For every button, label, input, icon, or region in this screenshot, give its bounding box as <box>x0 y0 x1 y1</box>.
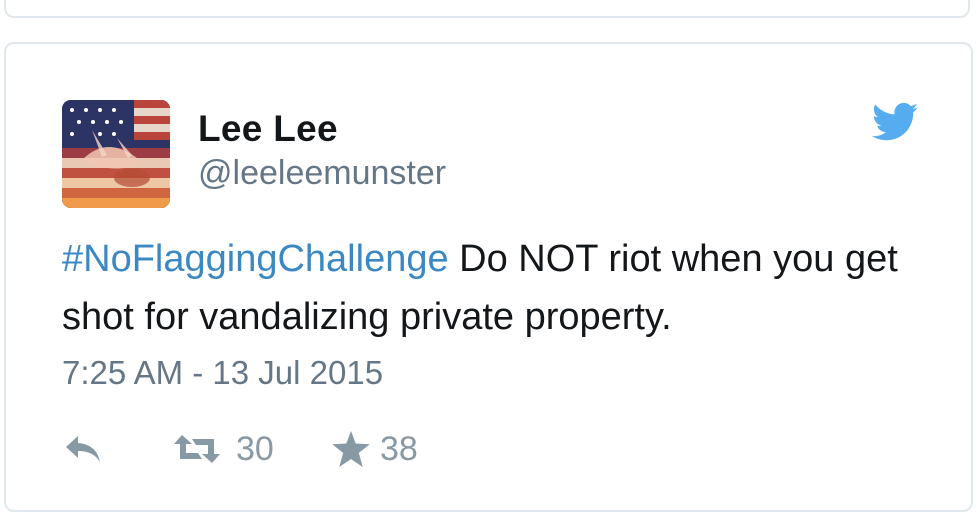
tweet-card: Lee Lee @leeleemunster #NoFlaggingChalle… <box>4 42 973 512</box>
twitter-bird-icon[interactable] <box>872 102 918 142</box>
like-count: 38 <box>380 429 418 468</box>
reply-icon <box>62 432 104 466</box>
like-button[interactable]: 38 <box>332 424 418 474</box>
previous-tweet-card <box>4 0 970 18</box>
timestamp[interactable]: 7:25 AM - 13 Jul 2015 <box>62 354 383 392</box>
display-name[interactable]: Lee Lee <box>198 108 338 150</box>
retweet-button[interactable]: 30 <box>172 424 274 474</box>
tweet-text: #NoFlaggingChallenge Do NOT riot when yo… <box>62 230 942 346</box>
hashtag-link[interactable]: #NoFlaggingChallenge <box>62 238 449 280</box>
retweet-count: 30 <box>236 429 274 468</box>
retweet-icon <box>172 431 222 467</box>
user-handle[interactable]: @leeleemunster <box>198 154 446 193</box>
star-icon <box>332 431 370 467</box>
avatar[interactable] <box>62 100 170 208</box>
reply-button[interactable] <box>62 424 104 474</box>
